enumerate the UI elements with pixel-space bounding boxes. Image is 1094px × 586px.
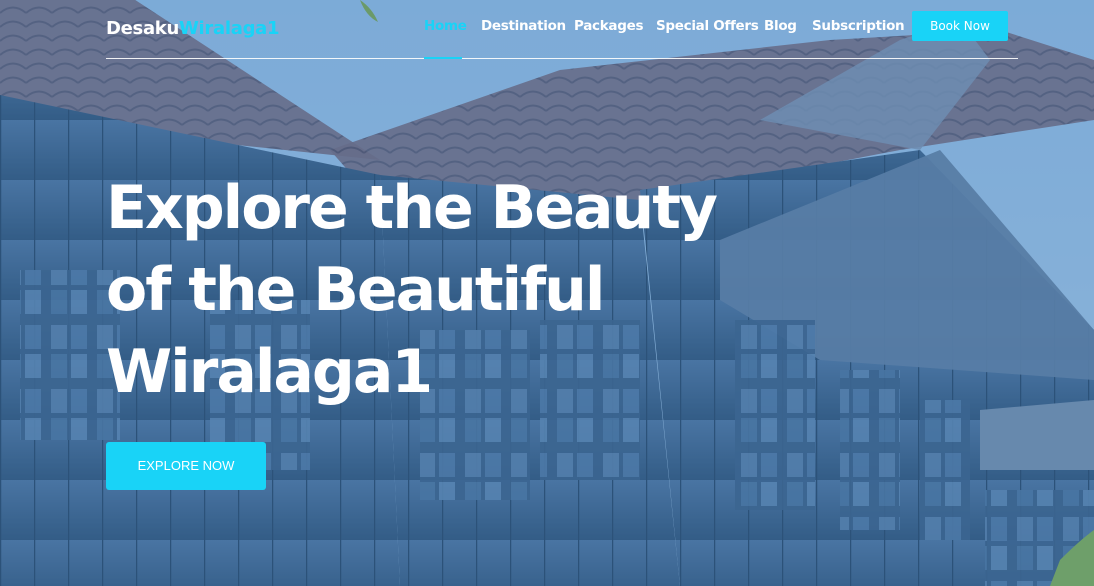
main-navbar: DesakuWiralaga1 Home Destination Package…: [106, 0, 1018, 59]
brand-logo[interactable]: DesakuWiralaga1: [106, 18, 280, 39]
hero-section: DesakuWiralaga1 Home Destination Package…: [0, 0, 1094, 586]
brand-name-part2: Wiralaga1: [179, 18, 280, 39]
hero-headline-line: Wiralaga1: [106, 337, 433, 407]
hero-headline-line: Explore the Beauty: [106, 173, 718, 243]
nav-link-blog[interactable]: Blog: [764, 18, 797, 58]
nav-active-indicator: [424, 57, 462, 59]
nav-link-home-label: Home: [424, 18, 467, 34]
nav-link-subscription[interactable]: Subscription: [812, 18, 905, 58]
hero-headline: Explore the Beauty of the Beautiful Wira…: [106, 167, 786, 413]
nav-link-home[interactable]: Home: [424, 18, 467, 59]
book-now-button[interactable]: Book Now: [912, 11, 1008, 41]
nav-link-special-offers[interactable]: Special Offers: [656, 18, 759, 58]
hero-headline-line: of the Beautiful: [106, 255, 605, 325]
nav-link-packages[interactable]: Packages: [574, 18, 643, 58]
nav-link-destination[interactable]: Destination: [481, 18, 566, 58]
explore-now-button[interactable]: EXPLORE NOW: [106, 442, 266, 490]
brand-name-part1: Desaku: [106, 18, 179, 39]
